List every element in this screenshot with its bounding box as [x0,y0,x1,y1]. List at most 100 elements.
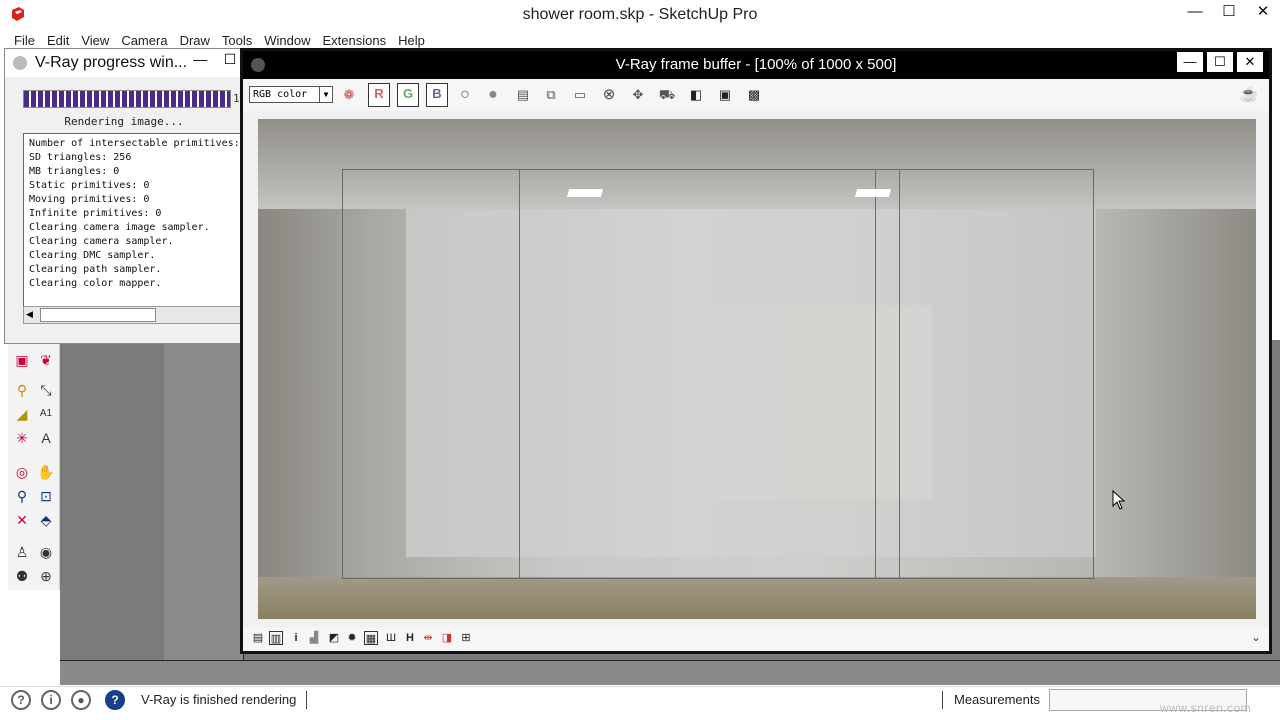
teapot-icon[interactable]: ☕ [1239,85,1259,105]
curve-icon[interactable]: ◩ [327,631,341,645]
log-line: Static primitives: 0 [29,180,150,191]
status-bar: ? i ● ? V-Ray is finished rendering Meas… [0,686,1280,720]
display-options-icon[interactable]: ▤ [251,631,265,645]
look-around-tool-icon[interactable]: ◉ [36,542,56,562]
menu-camera[interactable]: Camera [113,32,171,49]
progress-title-bar[interactable]: V-Ray progress win... — ☐ [5,49,243,77]
menu-draw[interactable]: Draw [172,32,214,49]
color-channels-icon[interactable]: ❁ [339,85,359,105]
save-icon[interactable]: ▤ [513,85,533,105]
rendered-image[interactable] [258,119,1256,619]
scrollbar-thumb[interactable] [40,308,156,322]
render-progress-bar [23,90,231,108]
progress-window-title: V-Ray progress win... [35,54,188,71]
credits-icon[interactable]: i [41,690,61,710]
log-line: MB triangles: 0 [29,166,120,177]
green-channel-button[interactable]: G [397,83,419,107]
walk-tool-icon[interactable]: ⚉ [12,566,32,586]
levels-icon[interactable]: ▟ [307,631,321,645]
vfb-maximize-button[interactable]: ☐ [1207,52,1233,72]
user-icon[interactable]: ● [71,690,91,710]
color-corrections-icon[interactable]: ▥ [269,631,283,645]
position-camera-tool-icon[interactable]: ♙ [12,542,32,562]
geo-location-icon[interactable]: ? [11,690,31,710]
mouse-cursor-icon [1112,490,1126,510]
exposure-icon[interactable]: ✹ [345,631,359,645]
progress-log[interactable]: Number of intersectable primitives: SD t… [23,133,243,309]
vfb-close-button[interactable]: ✕ [1237,52,1263,72]
vray-progress-window: V-Ray progress win... — ☐ 1( Rendering i… [4,48,246,344]
channel-select[interactable]: RGB color ▼ [249,86,333,103]
compare-ab-icon[interactable]: ⊞ [459,631,473,645]
vfb-title-bar[interactable]: V-Ray frame buffer - [100% of 1000 x 500… [243,51,1269,79]
red-channel-button[interactable]: R [368,83,390,107]
vray-frame-buffer-window: V-Ray frame buffer - [100% of 1000 x 500… [240,48,1272,654]
vfb-bottom-toolbar: ▤ ▥ i ▟ ◩ ✹ ▦ Ш H ⇹ ◨ ⊞ ⌄ [243,627,1269,651]
measurements-label: Measurements [954,692,1040,707]
region-render-icon[interactable]: ⛟ [657,85,677,105]
menu-file[interactable]: File [6,32,39,49]
maximize-button[interactable]: ☐ [1212,0,1246,26]
alpha-icon[interactable]: ○ [455,85,475,105]
tape-measure-tool-icon[interactable]: ⚲ [12,380,32,400]
log-horizontal-scrollbar[interactable]: ◀ [23,306,243,324]
close-button[interactable]: ✕ [1246,0,1280,26]
save-all-icon[interactable]: ⧉ [541,85,561,105]
large-tool-set: ▣ ❦ ⚲ ⤡ ◢ A1 ✳ A ◎ ✋ ⚲ ⊡ ✕ ⬘ ♙ ◉ ⚉ ⊕ [8,344,60,590]
previous-view-tool-icon[interactable]: ⬘ [36,510,56,530]
info-icon[interactable]: i [289,631,303,645]
progress-minimize-button[interactable]: — [187,51,213,67]
vfb-minimize-button[interactable]: — [1177,52,1203,72]
menu-bar: File Edit View Camera Draw Tools Window … [0,32,1280,49]
vfb-title: V-Ray frame buffer - [100% of 1000 x 500… [615,56,897,73]
lut-icon[interactable]: ▦ [364,631,378,645]
scroll-left-icon[interactable]: ◀ [26,309,33,320]
compare-icon[interactable]: ◧ [686,85,706,105]
monochrome-icon[interactable]: ● [483,85,503,105]
axes-tool-icon[interactable]: ✳ [12,428,32,448]
track-mouse-icon[interactable]: ✥ [628,85,648,105]
chevron-down-icon[interactable]: ▼ [319,87,332,102]
menu-tools[interactable]: Tools [214,32,256,49]
model-wall [164,340,244,662]
progress-status: Rendering image... [64,115,184,128]
zoom-tool-icon[interactable]: ⚲ [12,486,32,506]
render-glass-edge [519,169,520,579]
lens-icon[interactable]: ◨ [440,631,454,645]
load-icon[interactable]: ▭ [570,85,590,105]
dimension-tool-icon[interactable]: ⤡ [36,380,56,400]
menu-edit[interactable]: Edit [39,32,73,49]
eraser-tool-icon[interactable]: ▣ [12,350,32,370]
status-divider [942,691,943,709]
protractor-tool-icon[interactable]: ◢ [12,404,32,424]
channel-value: RGB color [253,89,308,100]
render-ceiling-light [854,189,892,197]
histogram-icon[interactable]: H [403,631,417,645]
blue-channel-button[interactable]: B [426,83,448,107]
help-icon[interactable]: ? [105,690,125,710]
zoom-window-tool-icon[interactable]: ⊡ [36,486,56,506]
lens-effects-icon[interactable]: ▩ [744,85,764,105]
minimize-button[interactable]: — [1178,0,1212,26]
render-glass-edge [875,169,876,579]
render-floor [258,577,1256,619]
menu-window[interactable]: Window [256,32,314,49]
clear-icon[interactable]: ⊗ [599,85,619,105]
text-tool-icon[interactable]: A1 [36,404,56,424]
3d-text-tool-icon[interactable]: A [36,428,56,448]
status-divider [306,691,307,709]
section-plane-tool-icon[interactable]: ⊕ [36,566,56,586]
pan-tool-icon[interactable]: ✋ [36,462,56,482]
history-icon[interactable]: ▣ [715,85,735,105]
stereo-icon[interactable]: ⇹ [421,631,435,645]
orbit-tool-icon[interactable]: ◎ [12,462,32,482]
menu-help[interactable]: Help [390,32,429,49]
log-line: Clearing camera sampler. [29,236,174,247]
wb-icon[interactable]: Ш [384,631,398,645]
sketchup-title-bar: shower room.skp - SketchUp Pro — ☐ ✕ [0,0,1280,32]
menu-view[interactable]: View [73,32,113,49]
menu-extensions[interactable]: Extensions [315,32,391,49]
expand-chevron-icon[interactable]: ⌄ [1249,631,1263,645]
zoom-extents-tool-icon[interactable]: ✕ [12,510,32,530]
paint-bucket-tool-icon[interactable]: ❦ [36,350,56,370]
